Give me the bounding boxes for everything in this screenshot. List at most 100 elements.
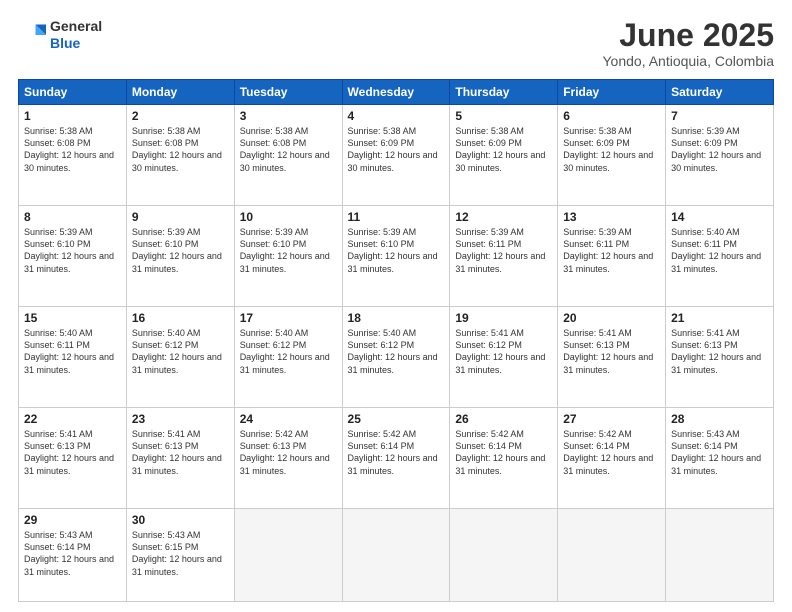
day-info: Sunrise: 5:38 AMSunset: 6:09 PMDaylight:… bbox=[563, 125, 660, 174]
day-info: Sunrise: 5:42 AMSunset: 6:14 PMDaylight:… bbox=[455, 428, 552, 477]
day-info: Sunrise: 5:38 AMSunset: 6:08 PMDaylight:… bbox=[132, 125, 229, 174]
calendar-day-cell: 26 Sunrise: 5:42 AMSunset: 6:14 PMDaylig… bbox=[450, 408, 558, 509]
weekday-header-cell: Saturday bbox=[666, 80, 774, 105]
logo-blue: Blue bbox=[50, 35, 80, 51]
weekday-header-cell: Wednesday bbox=[342, 80, 450, 105]
calendar-day-cell: 19 Sunrise: 5:41 AMSunset: 6:12 PMDaylig… bbox=[450, 307, 558, 408]
calendar-day-cell: 9 Sunrise: 5:39 AMSunset: 6:10 PMDayligh… bbox=[126, 206, 234, 307]
calendar-week-row: 1 Sunrise: 5:38 AMSunset: 6:08 PMDayligh… bbox=[19, 105, 774, 206]
calendar-day-cell: 30 Sunrise: 5:43 AMSunset: 6:15 PMDaylig… bbox=[126, 509, 234, 602]
month-title: June 2025 bbox=[603, 18, 775, 53]
day-number: 29 bbox=[24, 513, 121, 527]
day-number: 15 bbox=[24, 311, 121, 325]
day-info: Sunrise: 5:42 AMSunset: 6:14 PMDaylight:… bbox=[348, 428, 445, 477]
day-info: Sunrise: 5:39 AMSunset: 6:10 PMDaylight:… bbox=[240, 226, 337, 275]
day-info: Sunrise: 5:39 AMSunset: 6:10 PMDaylight:… bbox=[348, 226, 445, 275]
day-number: 4 bbox=[348, 109, 445, 123]
header: General Blue June 2025 Yondo, Antioquia,… bbox=[18, 18, 774, 69]
day-info: Sunrise: 5:42 AMSunset: 6:14 PMDaylight:… bbox=[563, 428, 660, 477]
calendar-day-cell: 22 Sunrise: 5:41 AMSunset: 6:13 PMDaylig… bbox=[19, 408, 127, 509]
day-number: 26 bbox=[455, 412, 552, 426]
calendar-day-cell: 16 Sunrise: 5:40 AMSunset: 6:12 PMDaylig… bbox=[126, 307, 234, 408]
weekday-header-cell: Tuesday bbox=[234, 80, 342, 105]
day-info: Sunrise: 5:41 AMSunset: 6:12 PMDaylight:… bbox=[455, 327, 552, 376]
weekday-header-row: SundayMondayTuesdayWednesdayThursdayFrid… bbox=[19, 80, 774, 105]
day-number: 22 bbox=[24, 412, 121, 426]
calendar-day-cell: 7 Sunrise: 5:39 AMSunset: 6:09 PMDayligh… bbox=[666, 105, 774, 206]
day-number: 11 bbox=[348, 210, 445, 224]
day-info: Sunrise: 5:39 AMSunset: 6:11 PMDaylight:… bbox=[563, 226, 660, 275]
day-info: Sunrise: 5:43 AMSunset: 6:14 PMDaylight:… bbox=[24, 529, 121, 578]
logo-text: General Blue bbox=[50, 18, 102, 52]
day-info: Sunrise: 5:43 AMSunset: 6:15 PMDaylight:… bbox=[132, 529, 229, 578]
weekday-header-cell: Sunday bbox=[19, 80, 127, 105]
day-number: 9 bbox=[132, 210, 229, 224]
weekday-header-cell: Friday bbox=[558, 80, 666, 105]
day-number: 18 bbox=[348, 311, 445, 325]
calendar-day-cell: 1 Sunrise: 5:38 AMSunset: 6:08 PMDayligh… bbox=[19, 105, 127, 206]
day-number: 1 bbox=[24, 109, 121, 123]
day-info: Sunrise: 5:41 AMSunset: 6:13 PMDaylight:… bbox=[563, 327, 660, 376]
calendar-day-cell bbox=[450, 509, 558, 602]
calendar-week-row: 15 Sunrise: 5:40 AMSunset: 6:11 PMDaylig… bbox=[19, 307, 774, 408]
logo: General Blue bbox=[18, 18, 102, 52]
day-number: 25 bbox=[348, 412, 445, 426]
calendar-day-cell bbox=[666, 509, 774, 602]
day-number: 14 bbox=[671, 210, 768, 224]
calendar-day-cell: 15 Sunrise: 5:40 AMSunset: 6:11 PMDaylig… bbox=[19, 307, 127, 408]
day-info: Sunrise: 5:41 AMSunset: 6:13 PMDaylight:… bbox=[132, 428, 229, 477]
calendar-day-cell bbox=[234, 509, 342, 602]
day-info: Sunrise: 5:39 AMSunset: 6:10 PMDaylight:… bbox=[24, 226, 121, 275]
calendar-day-cell: 8 Sunrise: 5:39 AMSunset: 6:10 PMDayligh… bbox=[19, 206, 127, 307]
calendar-day-cell: 21 Sunrise: 5:41 AMSunset: 6:13 PMDaylig… bbox=[666, 307, 774, 408]
day-info: Sunrise: 5:42 AMSunset: 6:13 PMDaylight:… bbox=[240, 428, 337, 477]
calendar-day-cell bbox=[558, 509, 666, 602]
day-number: 3 bbox=[240, 109, 337, 123]
calendar-day-cell: 10 Sunrise: 5:39 AMSunset: 6:10 PMDaylig… bbox=[234, 206, 342, 307]
logo-general: General bbox=[50, 18, 102, 34]
day-info: Sunrise: 5:38 AMSunset: 6:08 PMDaylight:… bbox=[24, 125, 121, 174]
calendar-week-row: 22 Sunrise: 5:41 AMSunset: 6:13 PMDaylig… bbox=[19, 408, 774, 509]
calendar-day-cell: 12 Sunrise: 5:39 AMSunset: 6:11 PMDaylig… bbox=[450, 206, 558, 307]
day-number: 19 bbox=[455, 311, 552, 325]
location-subtitle: Yondo, Antioquia, Colombia bbox=[603, 53, 775, 69]
calendar-table: SundayMondayTuesdayWednesdayThursdayFrid… bbox=[18, 79, 774, 602]
day-info: Sunrise: 5:38 AMSunset: 6:08 PMDaylight:… bbox=[240, 125, 337, 174]
calendar-day-cell: 5 Sunrise: 5:38 AMSunset: 6:09 PMDayligh… bbox=[450, 105, 558, 206]
calendar-day-cell: 3 Sunrise: 5:38 AMSunset: 6:08 PMDayligh… bbox=[234, 105, 342, 206]
calendar-day-cell: 17 Sunrise: 5:40 AMSunset: 6:12 PMDaylig… bbox=[234, 307, 342, 408]
day-number: 13 bbox=[563, 210, 660, 224]
calendar-day-cell: 27 Sunrise: 5:42 AMSunset: 6:14 PMDaylig… bbox=[558, 408, 666, 509]
day-number: 24 bbox=[240, 412, 337, 426]
calendar-day-cell: 24 Sunrise: 5:42 AMSunset: 6:13 PMDaylig… bbox=[234, 408, 342, 509]
day-number: 20 bbox=[563, 311, 660, 325]
day-number: 8 bbox=[24, 210, 121, 224]
calendar-week-row: 29 Sunrise: 5:43 AMSunset: 6:14 PMDaylig… bbox=[19, 509, 774, 602]
calendar-day-cell: 18 Sunrise: 5:40 AMSunset: 6:12 PMDaylig… bbox=[342, 307, 450, 408]
calendar-day-cell: 2 Sunrise: 5:38 AMSunset: 6:08 PMDayligh… bbox=[126, 105, 234, 206]
calendar-day-cell: 20 Sunrise: 5:41 AMSunset: 6:13 PMDaylig… bbox=[558, 307, 666, 408]
day-number: 30 bbox=[132, 513, 229, 527]
day-info: Sunrise: 5:43 AMSunset: 6:14 PMDaylight:… bbox=[671, 428, 768, 477]
calendar-day-cell: 23 Sunrise: 5:41 AMSunset: 6:13 PMDaylig… bbox=[126, 408, 234, 509]
day-info: Sunrise: 5:39 AMSunset: 6:10 PMDaylight:… bbox=[132, 226, 229, 275]
day-info: Sunrise: 5:41 AMSunset: 6:13 PMDaylight:… bbox=[671, 327, 768, 376]
calendar-day-cell: 11 Sunrise: 5:39 AMSunset: 6:10 PMDaylig… bbox=[342, 206, 450, 307]
calendar-day-cell: 13 Sunrise: 5:39 AMSunset: 6:11 PMDaylig… bbox=[558, 206, 666, 307]
day-info: Sunrise: 5:39 AMSunset: 6:11 PMDaylight:… bbox=[455, 226, 552, 275]
weekday-header-cell: Monday bbox=[126, 80, 234, 105]
title-block: June 2025 Yondo, Antioquia, Colombia bbox=[603, 18, 775, 69]
day-number: 21 bbox=[671, 311, 768, 325]
day-number: 6 bbox=[563, 109, 660, 123]
day-number: 10 bbox=[240, 210, 337, 224]
day-number: 27 bbox=[563, 412, 660, 426]
calendar-day-cell: 4 Sunrise: 5:38 AMSunset: 6:09 PMDayligh… bbox=[342, 105, 450, 206]
day-info: Sunrise: 5:41 AMSunset: 6:13 PMDaylight:… bbox=[24, 428, 121, 477]
calendar-body: 1 Sunrise: 5:38 AMSunset: 6:08 PMDayligh… bbox=[19, 105, 774, 602]
day-number: 28 bbox=[671, 412, 768, 426]
calendar-day-cell: 29 Sunrise: 5:43 AMSunset: 6:14 PMDaylig… bbox=[19, 509, 127, 602]
calendar-day-cell: 28 Sunrise: 5:43 AMSunset: 6:14 PMDaylig… bbox=[666, 408, 774, 509]
day-number: 12 bbox=[455, 210, 552, 224]
day-info: Sunrise: 5:38 AMSunset: 6:09 PMDaylight:… bbox=[455, 125, 552, 174]
calendar-day-cell bbox=[342, 509, 450, 602]
